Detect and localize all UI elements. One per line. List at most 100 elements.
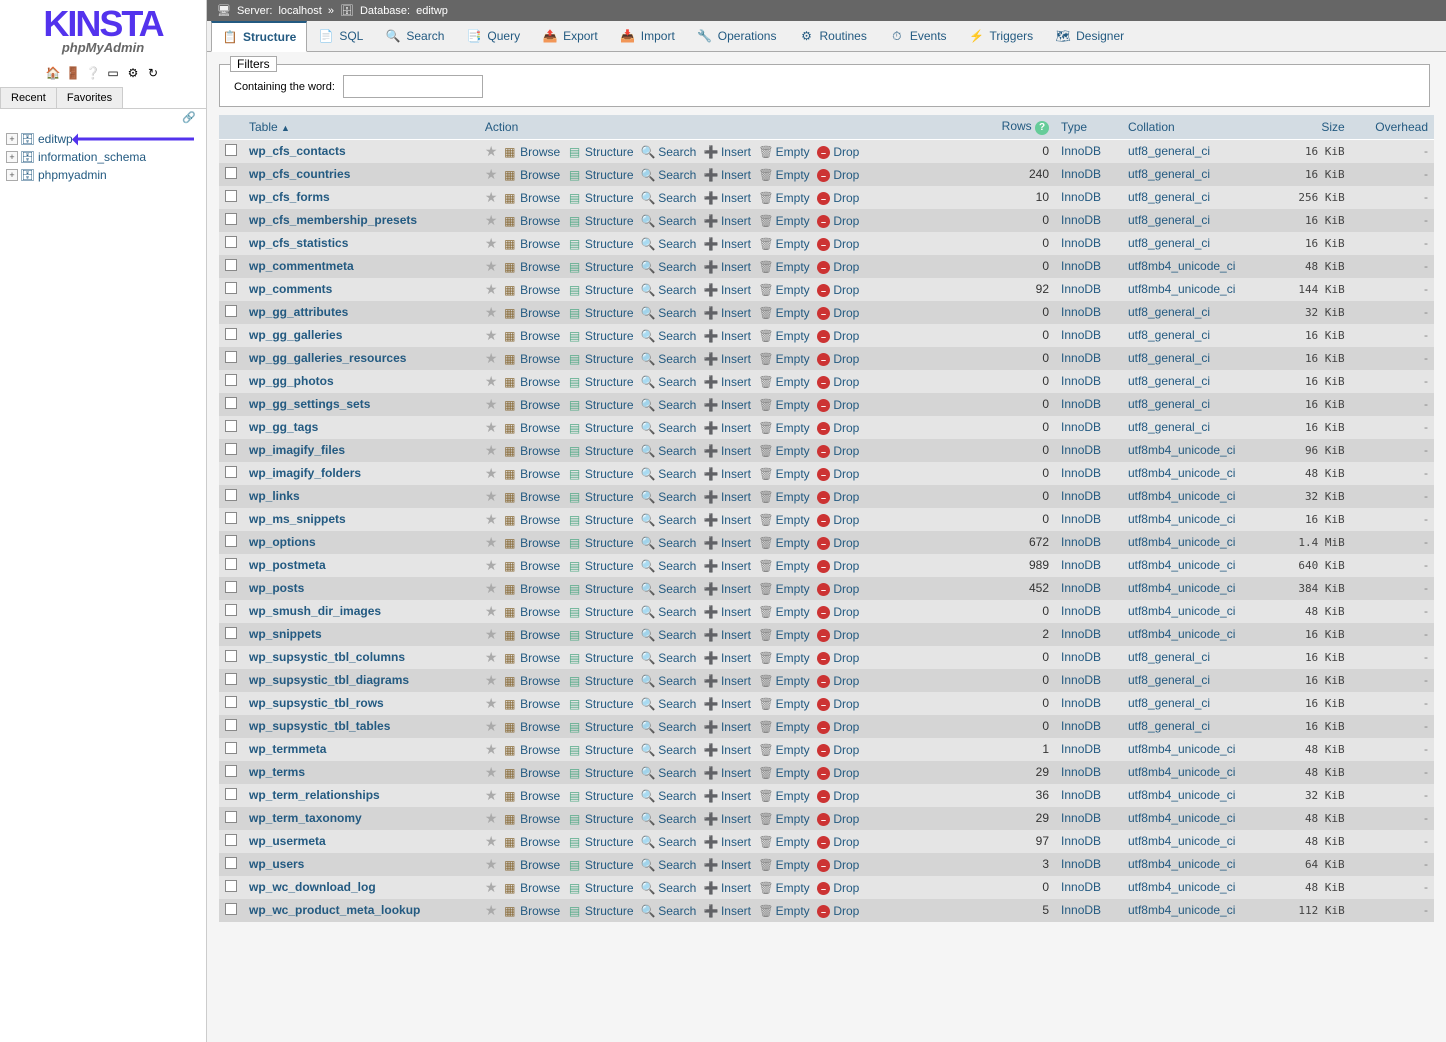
table-link[interactable]: wp_cfs_contacts [249,144,346,158]
action-insert[interactable]: ➕ Insert [704,743,751,757]
action-search[interactable]: 🔍 Search [641,628,696,642]
action-empty[interactable]: 🗑 Empty [758,191,809,205]
action-search[interactable]: 🔍 Search [641,191,696,205]
action-structure[interactable]: ▤ Structure [568,628,634,642]
action-drop[interactable]: – Drop [817,467,859,481]
action-search[interactable]: 🔍 Search [641,697,696,711]
favorite-icon[interactable]: ★ [485,649,498,665]
table-link[interactable]: wp_smush_dir_images [249,604,381,618]
action-search[interactable]: 🔍 Search [641,582,696,596]
action-drop[interactable]: – Drop [817,536,859,550]
tab-import[interactable]: 📥Import [609,21,686,51]
action-search[interactable]: 🔍 Search [641,260,696,274]
action-empty[interactable]: 🗑 Empty [758,352,809,366]
row-checkbox[interactable] [225,282,237,294]
action-empty[interactable]: 🗑 Empty [758,674,809,688]
action-insert[interactable]: ➕ Insert [704,237,751,251]
action-insert[interactable]: ➕ Insert [704,444,751,458]
row-checkbox[interactable] [225,650,237,662]
action-drop[interactable]: – Drop [817,145,859,159]
action-browse[interactable]: ▦ Browse [503,743,560,757]
tab-events[interactable]: ⏱Events [878,21,958,51]
row-checkbox[interactable] [225,903,237,915]
favorite-icon[interactable]: ★ [485,672,498,688]
action-structure[interactable]: ▤ Structure [568,651,634,665]
action-insert[interactable]: ➕ Insert [704,375,751,389]
action-insert[interactable]: ➕ Insert [704,559,751,573]
action-insert[interactable]: ➕ Insert [704,904,751,918]
table-link[interactable]: wp_gg_tags [249,420,318,434]
table-link[interactable]: wp_term_relationships [249,788,380,802]
action-structure[interactable]: ▤ Structure [568,559,634,573]
action-search[interactable]: 🔍 Search [641,789,696,803]
action-empty[interactable]: 🗑 Empty [758,490,809,504]
action-drop[interactable]: – Drop [817,651,859,665]
action-search[interactable]: 🔍 Search [641,651,696,665]
action-structure[interactable]: ▤ Structure [568,306,634,320]
action-drop[interactable]: – Drop [817,881,859,895]
action-insert[interactable]: ➕ Insert [704,835,751,849]
favorite-icon[interactable]: ★ [485,718,498,734]
action-empty[interactable]: 🗑 Empty [758,835,809,849]
action-empty[interactable]: 🗑 Empty [758,306,809,320]
action-drop[interactable]: – Drop [817,674,859,688]
action-search[interactable]: 🔍 Search [641,145,696,159]
action-search[interactable]: 🔍 Search [641,513,696,527]
action-drop[interactable]: – Drop [817,421,859,435]
action-structure[interactable]: ▤ Structure [568,835,634,849]
favorite-icon[interactable]: ★ [485,442,498,458]
action-browse[interactable]: ▦ Browse [503,697,560,711]
action-browse[interactable]: ▦ Browse [503,605,560,619]
action-empty[interactable]: 🗑 Empty [758,789,809,803]
table-link[interactable]: wp_gg_galleries [249,328,342,342]
row-checkbox[interactable] [225,213,237,225]
action-drop[interactable]: – Drop [817,444,859,458]
table-link[interactable]: wp_gg_attributes [249,305,348,319]
action-drop[interactable]: – Drop [817,904,859,918]
action-insert[interactable]: ➕ Insert [704,697,751,711]
action-drop[interactable]: – Drop [817,191,859,205]
favorite-icon[interactable]: ★ [485,166,498,182]
action-drop[interactable]: – Drop [817,513,859,527]
row-checkbox[interactable] [225,696,237,708]
col-overhead[interactable]: Overhead [1351,115,1434,139]
action-structure[interactable]: ▤ Structure [568,260,634,274]
help-icon[interactable]: ? [1035,121,1049,135]
action-insert[interactable]: ➕ Insert [704,881,751,895]
table-link[interactable]: wp_cfs_statistics [249,236,348,250]
action-structure[interactable]: ▤ Structure [568,743,634,757]
favorite-icon[interactable]: ★ [485,511,498,527]
row-checkbox[interactable] [225,351,237,363]
table-link[interactable]: wp_comments [249,282,332,296]
action-insert[interactable]: ➕ Insert [704,513,751,527]
action-insert[interactable]: ➕ Insert [704,352,751,366]
action-structure[interactable]: ▤ Structure [568,191,634,205]
row-checkbox[interactable] [225,535,237,547]
table-link[interactable]: wp_gg_photos [249,374,334,388]
table-link[interactable]: wp_cfs_membership_presets [249,213,417,227]
action-structure[interactable]: ▤ Structure [568,145,634,159]
action-search[interactable]: 🔍 Search [641,559,696,573]
tree-item-information_schema[interactable]: +🗄information_schema [2,148,204,166]
action-drop[interactable]: – Drop [817,352,859,366]
table-link[interactable]: wp_supsystic_tbl_diagrams [249,673,409,687]
table-link[interactable]: wp_imagify_folders [249,466,361,480]
table-link[interactable]: wp_snippets [249,627,322,641]
action-drop[interactable]: – Drop [817,835,859,849]
action-drop[interactable]: – Drop [817,789,859,803]
action-drop[interactable]: – Drop [817,812,859,826]
action-drop[interactable]: – Drop [817,559,859,573]
favorite-icon[interactable]: ★ [485,373,498,389]
favorite-icon[interactable]: ★ [485,143,498,159]
favorite-icon[interactable]: ★ [485,603,498,619]
table-link[interactable]: wp_termmeta [249,742,326,756]
action-browse[interactable]: ▦ Browse [503,444,560,458]
favorite-icon[interactable]: ★ [485,810,498,826]
action-browse[interactable]: ▦ Browse [503,191,560,205]
action-insert[interactable]: ➕ Insert [704,858,751,872]
action-browse[interactable]: ▦ Browse [503,306,560,320]
action-drop[interactable]: – Drop [817,720,859,734]
action-structure[interactable]: ▤ Structure [568,697,634,711]
action-structure[interactable]: ▤ Structure [568,720,634,734]
tab-recent[interactable]: Recent [0,87,57,108]
